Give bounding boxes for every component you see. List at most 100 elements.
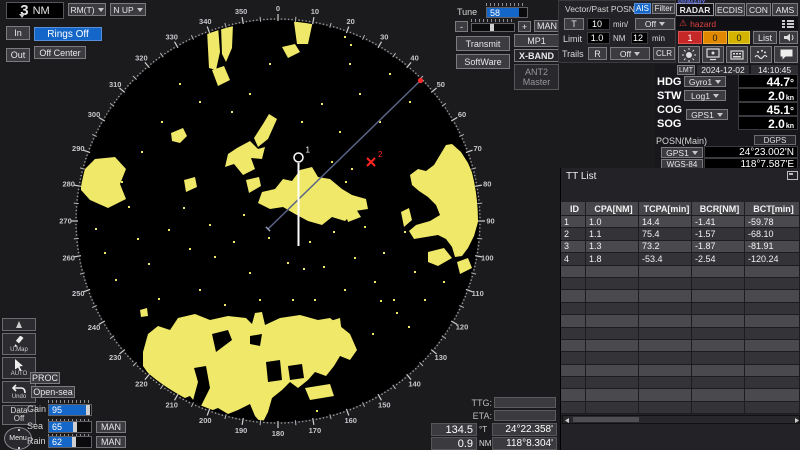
- tt-cell: [561, 278, 586, 289]
- ais-button[interactable]: AIS: [634, 3, 651, 14]
- gain-slider[interactable]: 95: [48, 404, 92, 416]
- tt-table-row[interactable]: [561, 377, 800, 389]
- rain-slider[interactable]: 62: [48, 436, 92, 448]
- chevron-down-icon: [659, 22, 665, 26]
- proc-button[interactable]: PROC: [30, 372, 60, 384]
- stw-source-label: Log1: [691, 91, 710, 101]
- rain-thumb[interactable]: [72, 437, 76, 447]
- dgps-badge: DGPS: [754, 135, 796, 145]
- tune-slider[interactable]: [471, 23, 515, 32]
- tt-cell: 3: [561, 241, 586, 252]
- filter-button[interactable]: Filter: [652, 3, 675, 14]
- hazard-warning-icon: ⚠: [679, 18, 687, 29]
- alert-sound-button[interactable]: [779, 31, 798, 44]
- tt-table-row[interactable]: 31.373.2-1.87-81.91: [561, 241, 800, 253]
- tt-cell: -59.78: [745, 216, 800, 227]
- scroll-left-icon[interactable]: [564, 417, 571, 424]
- trails-clr-button[interactable]: CLR: [653, 47, 675, 60]
- tt-table-row[interactable]: [561, 389, 800, 401]
- sea-mode-button[interactable]: Open-sea: [31, 386, 75, 398]
- tt-table-row[interactable]: [561, 266, 800, 278]
- alarm-count-orange[interactable]: 0: [703, 31, 727, 44]
- tt-table-row[interactable]: [561, 290, 800, 302]
- range-out-button[interactable]: Out: [6, 48, 30, 62]
- transmit-button[interactable]: Transmit: [456, 36, 510, 51]
- sog-label: SOG: [657, 118, 681, 130]
- range-display[interactable]: 3 NM: [6, 2, 64, 19]
- tt-table-row[interactable]: [561, 352, 800, 364]
- hdg-source-dropdown[interactable]: Gyro1: [684, 76, 726, 87]
- sea-slider[interactable]: 65: [48, 421, 92, 433]
- off-center-button[interactable]: Off Center: [34, 46, 86, 59]
- sea-man-button[interactable]: MAN: [96, 421, 126, 433]
- trails-mode-dropdown[interactable]: Off: [610, 47, 650, 60]
- display-settings-button[interactable]: [702, 46, 724, 63]
- tt-table-row[interactable]: 21.175.4-1.57-68.10: [561, 228, 800, 240]
- tt-table-row[interactable]: [561, 278, 800, 290]
- tune-slider-thumb[interactable]: [490, 24, 494, 31]
- data-off-line2: Off: [14, 415, 25, 423]
- tt-table-row[interactable]: [561, 402, 800, 414]
- tt-table-row[interactable]: [561, 315, 800, 327]
- control-panel-button[interactable]: [726, 46, 748, 63]
- tt-table-row[interactable]: [561, 303, 800, 315]
- gain-thumb[interactable]: [86, 405, 90, 415]
- tune-minus-button[interactable]: -: [455, 21, 468, 32]
- ttg-field[interactable]: [494, 397, 556, 408]
- posn-speed-source-dropdown[interactable]: GPS1: [686, 109, 728, 120]
- sea-value: 65: [52, 422, 62, 432]
- stw-value: 2.0kn: [738, 88, 798, 102]
- mp1-button[interactable]: MP1: [514, 34, 559, 47]
- tt-hscrollbar[interactable]: [562, 415, 800, 424]
- eta-field[interactable]: [494, 410, 556, 421]
- alert-list-icon[interactable]: [781, 19, 795, 29]
- menu-dot-bottom: [18, 447, 20, 449]
- stw-source-dropdown[interactable]: Log1: [684, 90, 726, 101]
- vector-time-value[interactable]: 10: [587, 18, 610, 30]
- svg-text:220: 220: [135, 379, 148, 388]
- tune-plus-button[interactable]: +: [518, 21, 531, 32]
- rings-off-button[interactable]: Rings Off: [34, 27, 102, 41]
- sea-state-button[interactable]: [750, 46, 772, 63]
- orientation-dropdown[interactable]: N UP: [110, 3, 146, 16]
- range-in-button[interactable]: In: [6, 26, 30, 40]
- tune-level-bar: 58: [486, 7, 528, 18]
- user-map-button[interactable]: U.Map: [2, 333, 36, 355]
- lmt-button[interactable]: LMT: [677, 65, 695, 75]
- vector-t-button[interactable]: T: [564, 18, 584, 30]
- alarm-count-yellow[interactable]: 0: [728, 31, 750, 44]
- tt-table-row[interactable]: 41.8-53.4-2.54-120.24: [561, 253, 800, 265]
- software-button[interactable]: SoftWare: [456, 54, 510, 69]
- tt-cell: [745, 402, 800, 413]
- tt-cell: [692, 389, 745, 400]
- tt-table-row[interactable]: 11.014.4-1.41-59.78: [561, 216, 800, 228]
- rain-man-button[interactable]: MAN: [96, 436, 126, 448]
- mini-tool-button[interactable]: [2, 318, 36, 331]
- tab-ecdis[interactable]: ECDIS: [715, 3, 745, 16]
- message-button[interactable]: [774, 46, 798, 63]
- motion-mode-dropdown[interactable]: RM(T): [68, 3, 106, 16]
- tt-table-row[interactable]: [561, 365, 800, 377]
- vector-mode-dropdown[interactable]: Off: [635, 18, 675, 30]
- tt-list-window-icon[interactable]: [787, 171, 798, 180]
- tt-cell: [561, 402, 586, 413]
- scroll-right-icon[interactable]: [793, 417, 800, 424]
- brightness-button[interactable]: [678, 46, 700, 63]
- posn-source-dropdown[interactable]: GPS1: [661, 147, 703, 158]
- tt-cell: [692, 303, 745, 314]
- svg-text:270: 270: [59, 217, 72, 226]
- tt-cell: [586, 290, 639, 301]
- alarm-count-red[interactable]: 1: [678, 31, 702, 44]
- sea-thumb[interactable]: [73, 422, 77, 432]
- tab-ams[interactable]: AMS: [772, 3, 798, 16]
- latitude-value: 24°23.002'N: [704, 146, 798, 158]
- tt-table-row[interactable]: [561, 340, 800, 352]
- limit-time-value[interactable]: 12: [631, 32, 648, 44]
- tt-table-row[interactable]: [561, 328, 800, 340]
- tab-con[interactable]: CON: [746, 3, 771, 16]
- alert-list-button[interactable]: List: [753, 31, 777, 44]
- tune-man-button[interactable]: MAN: [534, 20, 560, 32]
- tt-hscroll-thumb[interactable]: [573, 417, 639, 422]
- trails-r-button[interactable]: R: [588, 47, 607, 60]
- limit-value[interactable]: 1.0: [587, 32, 610, 44]
